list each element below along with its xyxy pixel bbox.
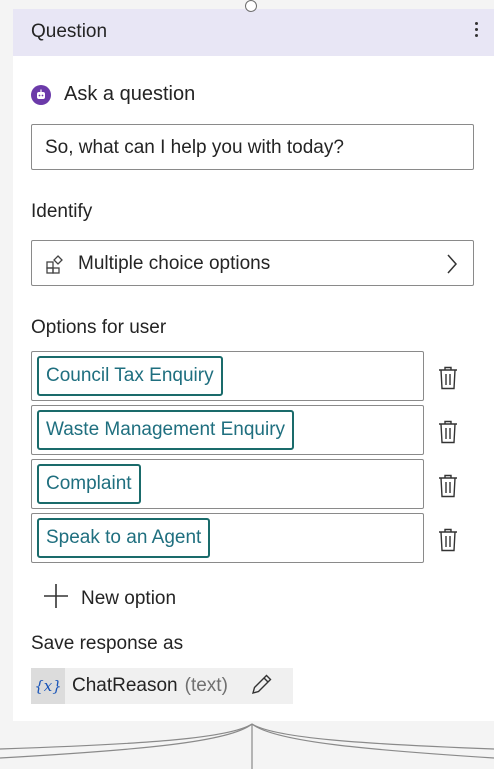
ask-question-label: Ask a question [64,83,196,105]
new-option-label: New option [81,587,177,609]
option-chip[interactable]: Council Tax Enquiry [37,356,223,396]
option-item-2[interactable]: Waste Management Enquiry [31,405,424,455]
identify-value: Multiple choice options [78,253,271,274]
top-connector-handle[interactable] [245,0,257,12]
option-item-1[interactable]: Council Tax Enquiry [31,351,424,401]
edit-pencil-icon[interactable] [250,672,274,701]
option-item-3[interactable]: Complaint [31,459,424,509]
new-option-button[interactable]: New option [43,583,176,614]
variable-type: (text) [184,675,228,696]
variable-name: ChatReason [72,675,178,696]
options-label: Options for user [31,317,167,338]
identify-label: Identify [31,201,93,222]
variable-icon: {x} [31,668,65,704]
delete-option-2-icon[interactable] [438,420,458,444]
save-response-label: Save response as [31,633,184,654]
node-title: Question [31,21,108,42]
variable-pill[interactable]: {x} ChatReason (text) [31,668,293,704]
more-vertical-icon[interactable] [472,22,480,44]
node-connector-lines [0,723,494,769]
node-header: Question [13,9,494,56]
identify-selector[interactable]: Multiple choice options [31,240,474,286]
question-text: So, what can I help you with today? [45,137,344,158]
option-chip[interactable]: Complaint [37,464,141,504]
question-node-card: Question Ask a question So, what can I h… [13,9,494,721]
option-chip[interactable]: Speak to an Agent [37,518,211,558]
ask-question-row: Ask a question [31,83,195,106]
multiple-choice-icon [45,254,65,279]
plus-icon [43,583,69,614]
delete-option-1-icon[interactable] [438,366,458,390]
bot-icon [31,84,51,105]
delete-option-3-icon[interactable] [438,474,458,498]
chevron-right-icon [445,253,459,280]
option-chip[interactable]: Waste Management Enquiry [37,410,295,450]
question-text-field[interactable]: So, what can I help you with today? [31,124,474,170]
option-item-4[interactable]: Speak to an Agent [31,513,424,563]
delete-option-4-icon[interactable] [438,528,458,552]
